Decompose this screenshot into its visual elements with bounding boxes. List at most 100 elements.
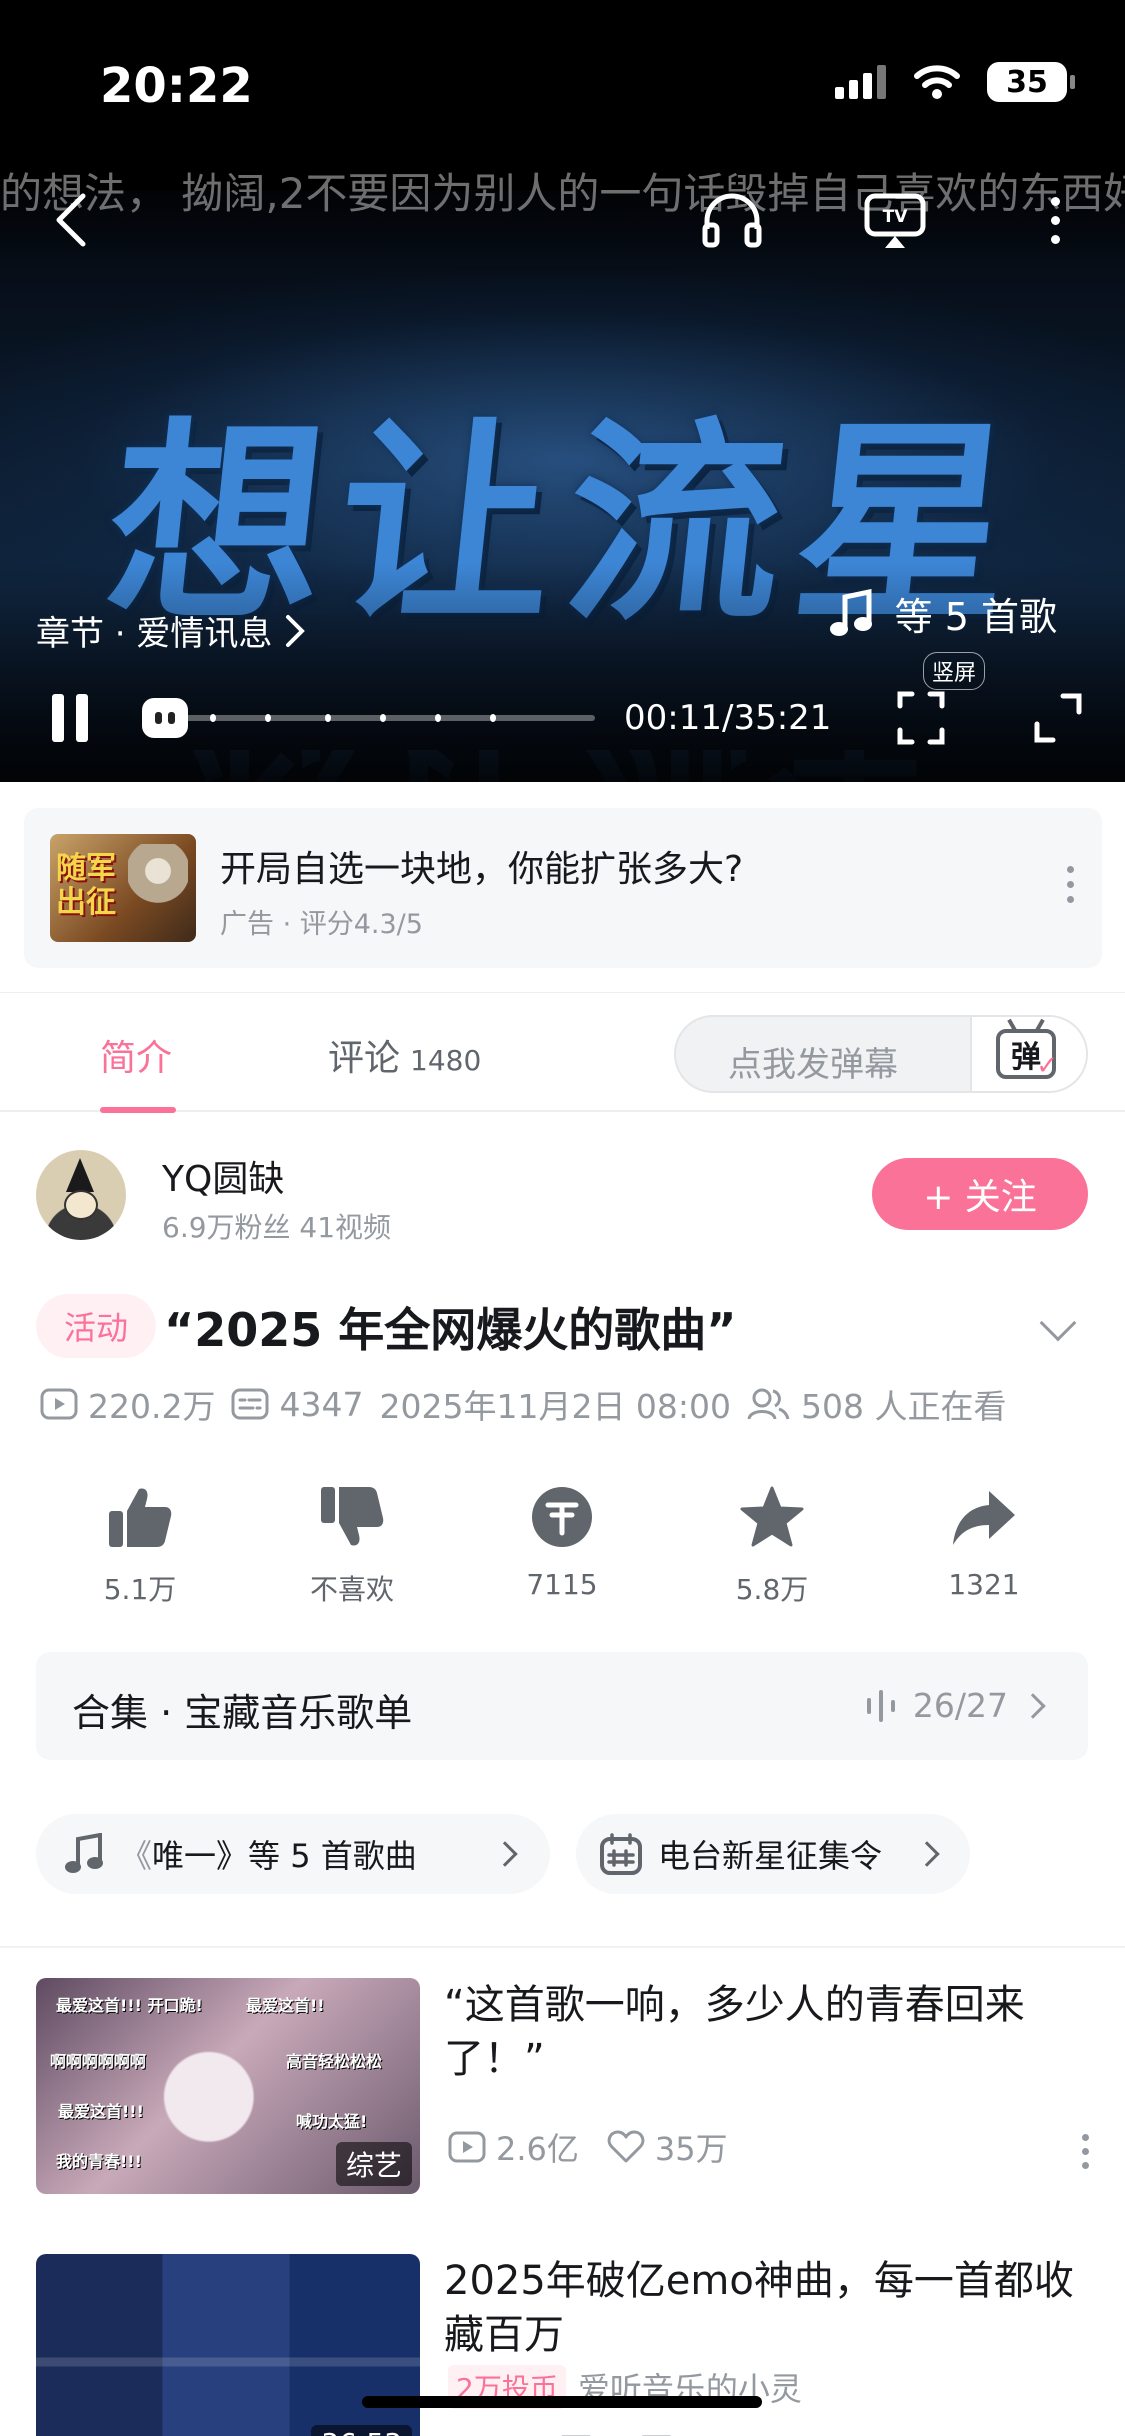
signal-icon	[835, 65, 886, 99]
radio-chip-label: 电台新星征集令	[658, 1837, 883, 1875]
tab-active-indicator	[100, 1107, 176, 1113]
progress-thumb-icon[interactable]	[142, 698, 188, 738]
danmaku-icon: 弹 ✓	[996, 1029, 1058, 1081]
like-count: 5.1万	[103, 1573, 177, 1606]
pause-button[interactable]	[52, 694, 88, 742]
home-indicator	[362, 2396, 762, 2408]
danmaku-toggle-button[interactable]: 弹 ✓	[970, 1017, 1086, 1091]
recommend-danmaku: 1万	[620, 2424, 672, 2436]
viewers-icon	[747, 1388, 790, 1420]
battery-indicator: 35	[987, 62, 1075, 102]
view-count: 220.2万	[88, 1387, 216, 1426]
star-icon	[740, 1486, 804, 1547]
tab-intro[interactable]: 简介	[100, 1029, 172, 1081]
ad-title: 开局自选一块地，你能扩张多大?	[220, 849, 744, 890]
collection-progress-text: 26/27	[912, 1686, 1008, 1725]
dislike-label: 不喜欢	[309, 1573, 394, 1606]
video-meta: 220.2万 4347 2025年11月2日 08:00 508 人正在看	[40, 1380, 1007, 1428]
uploader-name[interactable]: YQ圆缺	[162, 1150, 284, 1202]
tab-comments[interactable]: 评论 1480	[328, 1029, 481, 1081]
recommend-item[interactable]: 最爱这首!!! 开口跪! 最爱这首!! 啊啊啊啊啊啊 高音轻松松松 最爱这首!!…	[0, 1978, 1125, 2218]
chevron-left-icon	[56, 193, 86, 247]
recommend-item[interactable]: 36:53 2025年破亿emo神曲，每一首都收藏百万 2万投币 爱听音乐的小灵…	[0, 2254, 1125, 2436]
ad-subtitle: 广告 · 评分4.3/5	[220, 909, 423, 940]
tv-cast-icon: TV	[864, 193, 926, 248]
chapter-label: 章节 · 爱情讯息	[36, 614, 273, 654]
video-title: “2025 年全网爆火的歌曲”	[164, 1303, 737, 1357]
favorite-button[interactable]: 5.8万	[692, 1480, 852, 1608]
music-list-chip[interactable]: 《唯一》等 5 首歌曲	[36, 1814, 550, 1894]
hashtag-icon	[600, 1833, 642, 1875]
danmaku-input[interactable]: 点我发弹幕 弹 ✓	[674, 1015, 1088, 1093]
recommend-thumbnail: 最爱这首!!! 开口跪! 最爱这首!! 啊啊啊啊啊啊 高音轻松松松 最爱这首!!…	[36, 1978, 420, 2194]
status-icons: 35	[835, 62, 1075, 102]
detail-tabs: 简介 评论 1480 点我发弹幕 弹 ✓	[0, 992, 1125, 1113]
recommend-meta: 1477.8万 1万	[448, 2424, 672, 2436]
activity-tag[interactable]: 活动	[36, 1294, 156, 1358]
status-time: 20:22	[100, 58, 253, 114]
watching-count: 508 人正在看	[801, 1387, 1007, 1426]
heart-icon	[607, 2130, 645, 2163]
progress-track[interactable]	[150, 714, 595, 722]
danmaku-count: 4347	[279, 1384, 364, 1424]
chevron-right-icon	[1020, 1692, 1046, 1719]
listen-mode-button[interactable]	[698, 186, 766, 254]
uploader-stats: 6.9万粉丝 41视频	[162, 1211, 392, 1244]
svg-text:TV: TV	[883, 207, 909, 227]
ad-thumbnail: 随军出征	[50, 834, 196, 942]
follow-button[interactable]: + 关注	[872, 1158, 1088, 1230]
coin-button[interactable]: 7115	[482, 1480, 642, 1601]
coin-count: 7115	[526, 1568, 598, 1601]
recommend-more-button[interactable]	[1082, 2134, 1089, 2169]
chevron-right-icon	[286, 614, 306, 647]
music-chip-prefix: 《	[120, 1837, 153, 1875]
collection-card[interactable]: 合集 · 宝藏音乐歌单 26/27	[36, 1652, 1088, 1760]
focus-frame-icon	[897, 691, 945, 745]
recommend-title: 2025年破亿emo神曲，每一首都收藏百万	[444, 2258, 1074, 2358]
share-count: 1321	[948, 1568, 1020, 1601]
fullscreen-icon	[1034, 693, 1082, 743]
uploader-avatar[interactable]	[36, 1150, 126, 1240]
music-note-icon	[65, 1833, 103, 1873]
song-list-label: 等 5 首歌	[894, 595, 1057, 639]
ad-more-button[interactable]	[1067, 866, 1074, 903]
expand-chevron-icon[interactable]	[1039, 1304, 1077, 1342]
recommend-views: 1477.8万	[448, 2424, 592, 2436]
wifi-icon	[914, 65, 960, 99]
recommend-thumbnail: 36:53	[36, 2254, 420, 2436]
fullscreen-button[interactable]	[1030, 688, 1086, 748]
section-divider	[0, 1946, 1125, 1948]
coin-icon	[532, 1487, 592, 1547]
vertical-screen-button[interactable]	[893, 688, 949, 748]
collection-progress: 26/27	[865, 1686, 1046, 1725]
music-note-icon	[829, 588, 872, 636]
ad-thumb-text: 随军出征	[56, 851, 116, 920]
thumbs-up-icon	[109, 1488, 172, 1547]
recommend-meta: 2.6亿 35万	[448, 2124, 728, 2170]
thumbs-down-icon	[321, 1487, 384, 1546]
cast-tv-button[interactable]: TV	[860, 186, 930, 254]
back-button[interactable]	[46, 190, 96, 250]
comment-count: 1480	[410, 1044, 482, 1077]
recommend-views: 2.6亿	[496, 2130, 579, 2168]
playback-time: 00:11/35:21	[624, 698, 832, 738]
favorite-count: 5.8万	[735, 1573, 809, 1606]
play-count-icon	[40, 1388, 78, 1420]
more-options-button[interactable]	[1040, 190, 1070, 250]
song-list-button[interactable]: 等 5 首歌	[829, 586, 1057, 641]
publish-date: 2025年11月2日 08:00	[379, 1387, 732, 1426]
player-controls: 00:11/35:21	[0, 680, 1125, 760]
like-button[interactable]: 5.1万	[60, 1480, 220, 1608]
recommend-likes: 35万	[654, 2130, 728, 2168]
ad-card[interactable]: 随军出征 开局自选一块地，你能扩张多大? 广告 · 评分4.3/5	[24, 808, 1102, 968]
chevron-right-icon	[492, 1841, 518, 1867]
radio-topic-chip[interactable]: 电台新星征集令	[576, 1814, 970, 1894]
danmaku-placeholder: 点我发弹幕	[728, 1045, 898, 1085]
video-player[interactable]: 想让流星 想让流星 20:22 35 的想法， 拗阔,2不要因为别人的一句话毁掉…	[0, 0, 1125, 782]
chapter-link[interactable]: 章节 · 爱情讯息	[36, 606, 306, 655]
action-row: 5.1万 不喜欢 7115 5.8万 1321	[0, 1480, 1125, 1610]
chevron-right-icon	[914, 1841, 940, 1867]
dislike-button[interactable]: 不喜欢	[272, 1480, 432, 1608]
danmaku-count-icon	[231, 1388, 269, 1420]
share-button[interactable]: 1321	[904, 1480, 1064, 1601]
